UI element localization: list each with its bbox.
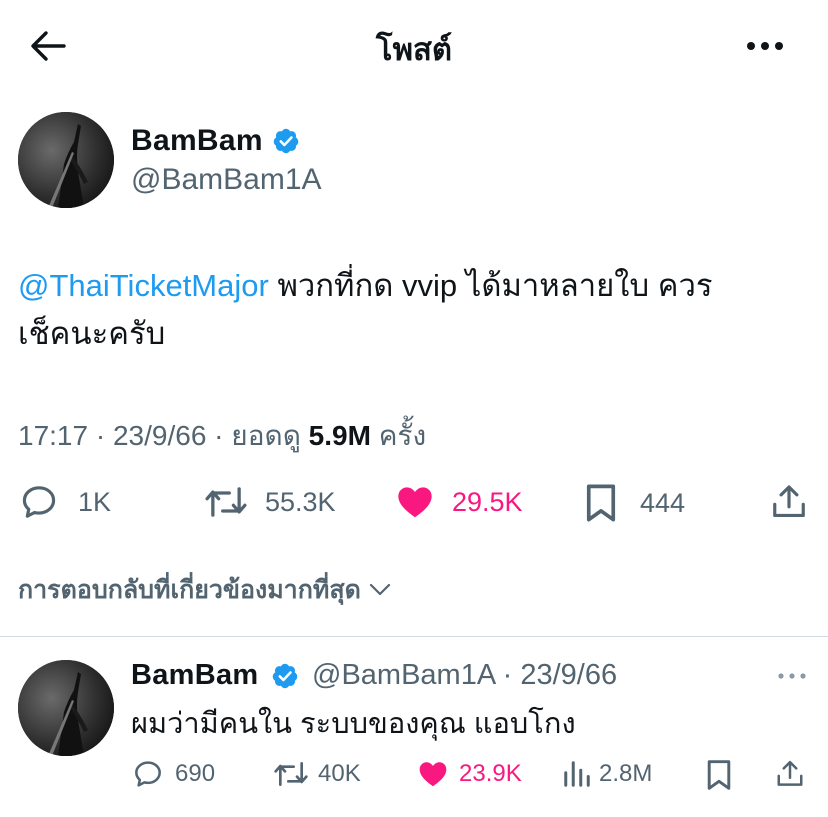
- tweet-date[interactable]: 23/9/66: [113, 420, 206, 451]
- reply-text: ผมว่ามีคนใน ระบบของคุณ แอบโกง: [131, 708, 576, 740]
- reply-more-icon[interactable]: [776, 666, 808, 686]
- page-title: โพสต์: [375, 32, 453, 67]
- author-name[interactable]: BamBam: [131, 124, 263, 158]
- reply-author-name[interactable]: BamBam: [131, 659, 259, 692]
- retweet-icon: [205, 487, 247, 517]
- retweet-count: 55.3K: [265, 486, 336, 517]
- reply-sort-selector[interactable]: การตอบกลับที่เกี่ยวข้องมากที่สุด: [18, 570, 391, 610]
- reply-avatar[interactable]: [18, 660, 114, 756]
- reply-meta: @BamBam1A · 23/9/66: [312, 659, 618, 691]
- avatar[interactable]: [18, 112, 114, 208]
- tweet-meta: 17:17 · 23/9/66 · ยอดดู 5.9M ครั้ง: [18, 420, 427, 451]
- tweet-text-line2: เช็คนะครับ: [18, 316, 166, 351]
- reply-views-count: 2.8M: [599, 760, 653, 787]
- reply-retweet-button[interactable]: 40K: [272, 758, 361, 790]
- verified-badge-icon: [272, 663, 298, 689]
- retweet-button[interactable]: 55.3K: [203, 482, 336, 522]
- like-count: 29.5K: [452, 486, 523, 517]
- bookmark-icon: [707, 760, 731, 790]
- views-unit: ครั้ง: [378, 420, 427, 451]
- share-icon: [777, 760, 803, 786]
- more-horizontal-icon: [747, 42, 783, 50]
- reply-count: 1K: [78, 486, 112, 517]
- reply-retweet-count: 40K: [318, 760, 361, 787]
- tweet-text-line1: พวกที่กด vvip ได้มาหลายใบ ควร: [268, 268, 713, 303]
- reply-author-handle[interactable]: @BamBam1A: [312, 659, 495, 691]
- divider: [0, 636, 828, 637]
- author-handle[interactable]: @BamBam1A: [131, 163, 322, 197]
- views-chart-icon: [564, 761, 590, 787]
- sort-label: การตอบกลับที่เกี่ยวข้องมากที่สุด: [18, 576, 361, 604]
- reply-like-button[interactable]: 23.9K: [416, 758, 522, 790]
- bookmark-count: 444: [640, 487, 686, 518]
- tweet-text: @ThaiTicketMajor พวกที่กด vvip ได้มาหลาย…: [18, 262, 818, 358]
- top-bar: โพสต์: [0, 0, 828, 92]
- bookmark-button[interactable]: 444: [583, 482, 685, 524]
- reply-views-button[interactable]: 2.8M: [562, 758, 652, 790]
- like-button[interactable]: 29.5K: [394, 482, 523, 522]
- reply-bookmark-button[interactable]: [705, 758, 733, 792]
- bookmark-icon: [586, 484, 616, 522]
- verified-badge-icon: [273, 128, 299, 154]
- reply-reply-count: 690: [175, 760, 216, 787]
- heart-filled-icon: [398, 487, 432, 518]
- reply-icon: [22, 486, 56, 518]
- reply-share-button[interactable]: [775, 758, 805, 790]
- chevron-down-icon: [369, 583, 390, 596]
- reply-reply-button[interactable]: 690: [131, 758, 215, 790]
- tweet-time[interactable]: 17:17: [18, 420, 88, 451]
- share-button[interactable]: [770, 482, 808, 522]
- reply-like-count: 23.9K: [459, 760, 522, 787]
- retweet-icon: [274, 762, 308, 786]
- heart-filled-icon: [419, 762, 447, 787]
- mention-link[interactable]: @ThaiTicketMajor: [18, 268, 269, 303]
- reply-button[interactable]: 1K: [18, 482, 111, 522]
- more-options-button[interactable]: [744, 28, 786, 64]
- views-value: 5.9M: [308, 420, 371, 451]
- views-label: ยอดดู: [231, 420, 301, 451]
- share-icon: [773, 485, 805, 518]
- reply-icon: [135, 761, 161, 787]
- reply-date[interactable]: 23/9/66: [520, 659, 617, 691]
